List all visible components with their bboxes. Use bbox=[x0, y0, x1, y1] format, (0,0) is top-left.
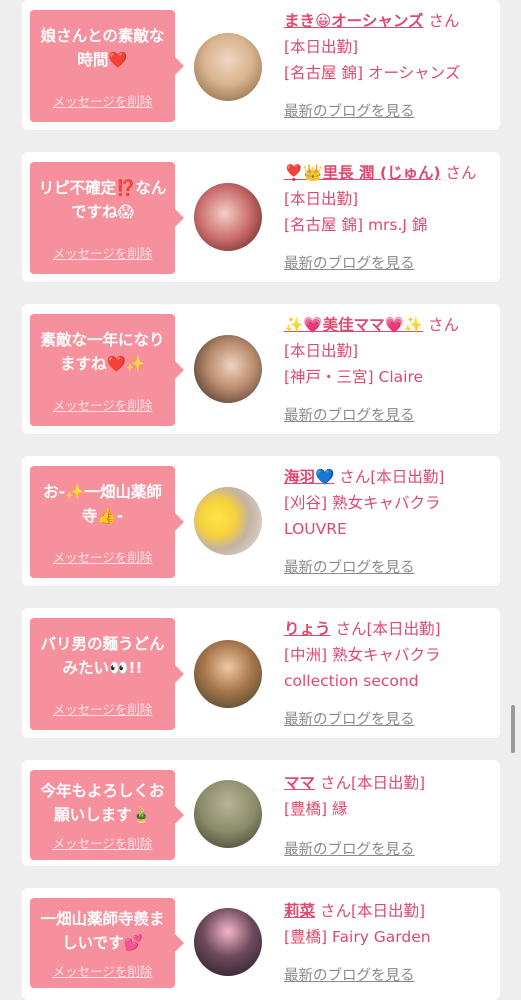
latest-blog-link[interactable]: 最新のブログを見る bbox=[284, 100, 415, 121]
message-card: バリ男の麺うどんみたい👀!! メッセージを削除 りょう さん[本日出勤] [中洲… bbox=[22, 608, 500, 738]
latest-blog-link[interactable]: 最新のブログを見る bbox=[284, 404, 415, 425]
message-text: 素敵な一年になりますね❤️✨ bbox=[40, 331, 165, 373]
avatar[interactable] bbox=[194, 487, 262, 555]
shop-line: [中洲] 熟女キャバクラ bbox=[284, 646, 441, 664]
latest-blog-link[interactable]: 最新のブログを見る bbox=[284, 838, 415, 859]
shop-line: LOUVRE bbox=[284, 520, 347, 538]
message-text: 今年もよろしくお願いします🎍 bbox=[40, 782, 165, 824]
shop-line: [刈谷] 熟女キャバクラ bbox=[284, 494, 441, 512]
avatar[interactable] bbox=[194, 908, 262, 976]
delete-message-link[interactable]: メッセージを削除 bbox=[30, 699, 175, 718]
message-card: 一畑山薬師寺羨ましいです💕 メッセージを削除 莉菜 さん[本日出勤] [豊橋] … bbox=[22, 888, 500, 1000]
honorific-status: さん bbox=[445, 164, 477, 182]
user-info: ✨💗美佳ママ💗✨ さん [本日出勤] [神戸・三宮] Claire bbox=[284, 312, 496, 390]
user-info: まき😀オーシャンズ さん [本日出勤] [名古屋 錦] オーシャンズ bbox=[284, 8, 496, 86]
shop-line: [豊橋] 縁 bbox=[284, 800, 348, 818]
honorific-status: さん[本日出勤] bbox=[319, 774, 426, 792]
message-text: お-✨一畑山薬師寺👍- bbox=[43, 483, 162, 525]
message-bubble: お-✨一畑山薬師寺👍- メッセージを削除 bbox=[30, 466, 184, 578]
user-name-link[interactable]: 莉菜 bbox=[284, 902, 315, 920]
message-feed: 娘さんとの素敵な時間❤️ メッセージを削除 まき😀オーシャンズ さん [本日出勤… bbox=[0, 0, 521, 1000]
status-line: [本日出勤] bbox=[284, 342, 359, 360]
user-info: 莉菜 さん[本日出勤] [豊橋] Fairy Garden bbox=[284, 898, 496, 950]
avatar[interactable] bbox=[194, 33, 262, 101]
avatar[interactable] bbox=[194, 335, 262, 403]
message-card: お-✨一畑山薬師寺👍- メッセージを削除 海羽💙 さん[本日出勤] [刈谷] 熟… bbox=[22, 456, 500, 586]
latest-blog-link[interactable]: 最新のブログを見る bbox=[284, 708, 415, 729]
avatar[interactable] bbox=[194, 780, 262, 848]
message-card: 娘さんとの素敵な時間❤️ メッセージを削除 まき😀オーシャンズ さん [本日出勤… bbox=[22, 0, 500, 130]
message-bubble: 娘さんとの素敵な時間❤️ メッセージを削除 bbox=[30, 10, 184, 122]
avatar[interactable] bbox=[194, 183, 262, 251]
delete-message-link[interactable]: メッセージを削除 bbox=[30, 961, 175, 980]
delete-message-link[interactable]: メッセージを削除 bbox=[30, 243, 175, 262]
honorific-status: さん bbox=[428, 316, 460, 334]
message-card: リピ不確定⁉️なんですね😱 メッセージを削除 ❣️👑里長 潤 (じゅん) さん … bbox=[22, 152, 500, 282]
message-card: 素敵な一年になりますね❤️✨ メッセージを削除 ✨💗美佳ママ💗✨ さん [本日出… bbox=[22, 304, 500, 434]
delete-message-link[interactable]: メッセージを削除 bbox=[30, 833, 175, 852]
message-text: 娘さんとの素敵な時間❤️ bbox=[40, 27, 165, 69]
user-info: ママ さん[本日出勤] [豊橋] 縁 bbox=[284, 770, 496, 822]
honorific-status: さん bbox=[428, 12, 460, 30]
message-bubble: 今年もよろしくお願いします🎍 メッセージを削除 bbox=[30, 770, 184, 860]
user-name-link[interactable]: ママ bbox=[284, 774, 315, 792]
user-name-link[interactable]: まき😀オーシャンズ bbox=[284, 12, 424, 30]
shop-line: collection second bbox=[284, 672, 419, 690]
user-info: りょう さん[本日出勤] [中洲] 熟女キャバクラ collection sec… bbox=[284, 616, 496, 694]
shop-line: [豊橋] Fairy Garden bbox=[284, 928, 431, 946]
latest-blog-link[interactable]: 最新のブログを見る bbox=[284, 252, 415, 273]
avatar[interactable] bbox=[194, 640, 262, 708]
status-line: [本日出勤] bbox=[284, 190, 359, 208]
honorific-status: さん[本日出勤] bbox=[335, 620, 441, 638]
message-card: 今年もよろしくお願いします🎍 メッセージを削除 ママ さん[本日出勤] [豊橋]… bbox=[22, 760, 500, 866]
message-bubble: 素敵な一年になりますね❤️✨ メッセージを削除 bbox=[30, 314, 184, 426]
user-info: ❣️👑里長 潤 (じゅん) さん [本日出勤] [名古屋 錦] mrs.J 錦 bbox=[284, 160, 496, 238]
user-name-link[interactable]: 海羽💙 bbox=[284, 468, 334, 486]
shop-line: [名古屋 錦] mrs.J 錦 bbox=[284, 216, 428, 234]
delete-message-link[interactable]: メッセージを削除 bbox=[30, 91, 175, 110]
scrollbar[interactable] bbox=[511, 705, 515, 753]
message-bubble: 一畑山薬師寺羨ましいです💕 メッセージを削除 bbox=[30, 898, 184, 988]
message-text: リピ不確定⁉️なんですね😱 bbox=[38, 179, 167, 221]
delete-message-link[interactable]: メッセージを削除 bbox=[30, 547, 175, 566]
message-bubble: バリ男の麺うどんみたい👀!! メッセージを削除 bbox=[30, 618, 184, 730]
latest-blog-link[interactable]: 最新のブログを見る bbox=[284, 964, 415, 985]
shop-line: [名古屋 錦] オーシャンズ bbox=[284, 64, 461, 82]
honorific-status: さん[本日出勤] bbox=[319, 902, 426, 920]
message-text: 一畑山薬師寺羨ましいです💕 bbox=[40, 910, 165, 952]
user-name-link[interactable]: りょう bbox=[284, 620, 331, 638]
message-bubble: リピ不確定⁉️なんですね😱 メッセージを削除 bbox=[30, 162, 184, 274]
honorific-status: さん[本日出勤] bbox=[339, 468, 445, 486]
user-name-link[interactable]: ❣️👑里長 潤 (じゅん) bbox=[284, 164, 441, 182]
delete-message-link[interactable]: メッセージを削除 bbox=[30, 395, 175, 414]
message-text: バリ男の麺うどんみたい👀!! bbox=[40, 635, 165, 677]
status-line: [本日出勤] bbox=[284, 38, 359, 56]
user-name-link[interactable]: ✨💗美佳ママ💗✨ bbox=[284, 316, 423, 334]
latest-blog-link[interactable]: 最新のブログを見る bbox=[284, 556, 415, 577]
shop-line: [神戸・三宮] Claire bbox=[284, 368, 424, 386]
user-info: 海羽💙 さん[本日出勤] [刈谷] 熟女キャバクラ LOUVRE bbox=[284, 464, 496, 542]
